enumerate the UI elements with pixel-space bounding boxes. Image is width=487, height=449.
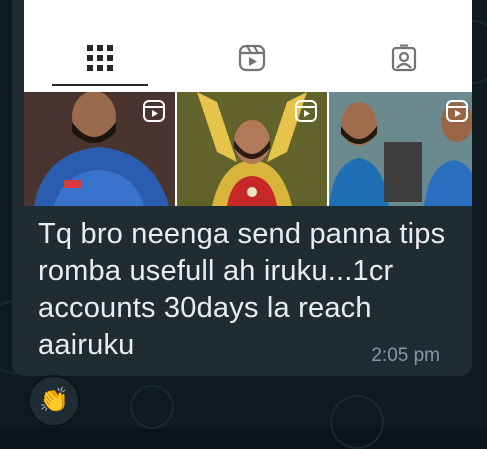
reel-badge — [295, 100, 317, 127]
reel-badge — [143, 100, 165, 127]
message-text: Tq bro neenga send panna tips romba usef… — [38, 218, 446, 361]
post-thumbnail[interactable] — [177, 92, 327, 206]
clapping-hands-icon: 👏 — [39, 387, 69, 414]
reel-badge — [446, 100, 468, 127]
tab-reels[interactable] — [232, 38, 272, 78]
grid-icon — [87, 45, 113, 71]
profile-tab-bar — [24, 0, 472, 92]
post-thumbnail-grid — [24, 92, 472, 206]
reel-icon — [295, 100, 317, 122]
reel-icon — [446, 100, 468, 122]
wallpaper-doodle — [330, 395, 384, 449]
reel-icon — [143, 100, 165, 122]
reels-icon — [238, 44, 266, 72]
reaction-badge[interactable]: 👏 — [28, 375, 80, 427]
message-timestamp: 2:05 pm — [371, 345, 440, 366]
wallpaper-doodle — [130, 385, 174, 429]
tagged-icon — [391, 44, 417, 72]
tab-posts[interactable] — [52, 38, 148, 86]
post-thumbnail[interactable] — [24, 92, 175, 206]
instagram-profile-preview[interactable] — [24, 0, 472, 206]
message-bubble[interactable]: Tq bro neenga send panna tips romba usef… — [12, 0, 472, 376]
tab-tagged[interactable] — [384, 38, 424, 78]
post-thumbnail[interactable] — [329, 92, 472, 206]
